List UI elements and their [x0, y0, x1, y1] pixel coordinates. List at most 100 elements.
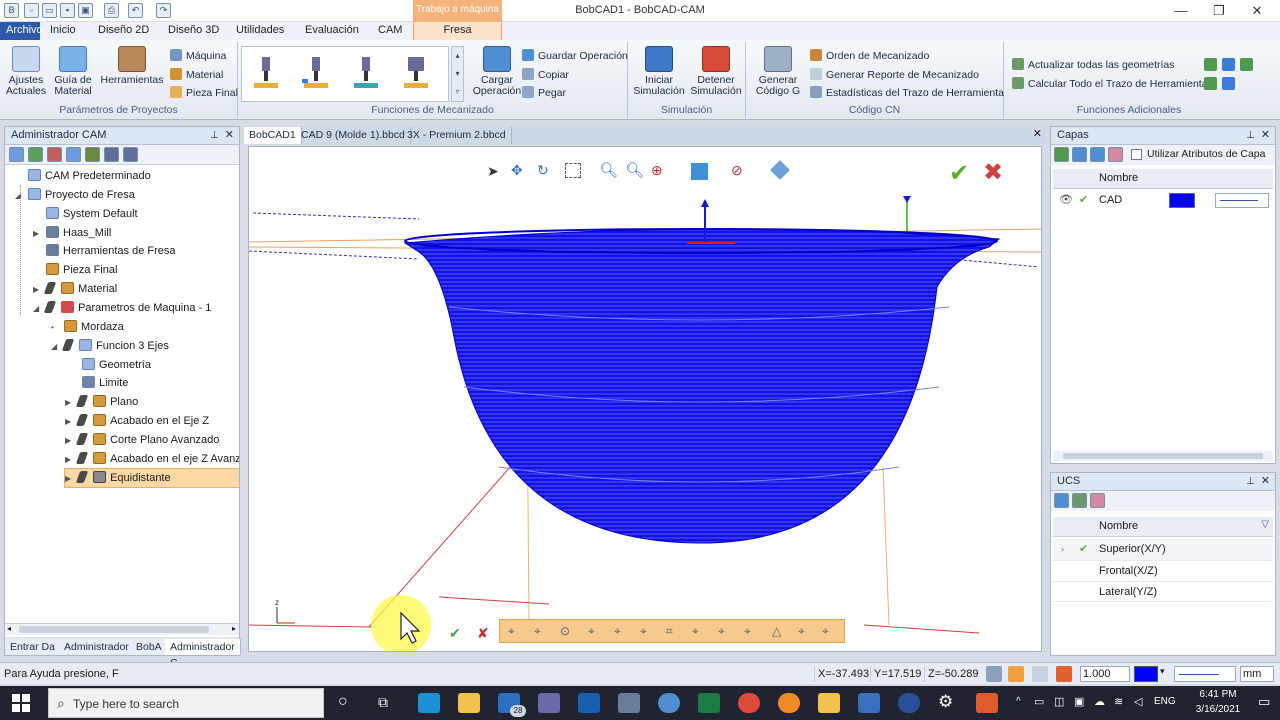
pin-icon[interactable]: ⊥: [1246, 473, 1255, 490]
operations-gallery[interactable]: [241, 46, 449, 102]
tray-meet-icon[interactable]: ◫: [1054, 695, 1064, 708]
tab-archivo[interactable]: Archivo: [0, 22, 43, 40]
pin-icon[interactable]: ⊥: [1246, 127, 1255, 144]
undo-icon[interactable]: ↶: [128, 3, 143, 18]
collapse-icon[interactable]: ◢: [51, 338, 61, 356]
ucs-edit-icon[interactable]: [1072, 493, 1087, 508]
render-mode-icon[interactable]: [770, 160, 790, 180]
notifications-icon[interactable]: ▭: [1258, 694, 1270, 710]
tray-app2-icon[interactable]: ▣: [1074, 695, 1084, 708]
snap-grid-icon[interactable]: [986, 666, 1002, 682]
doc-tab-cad9[interactable]: CAD 9 (Molde 1).bbcd: [296, 127, 411, 144]
expand-icon[interactable]: ▶: [65, 413, 75, 431]
scroll-thumb[interactable]: [19, 626, 209, 633]
reject-red-icon[interactable]: ✘: [477, 625, 489, 642]
confirm-check-icon[interactable]: ✔: [949, 161, 969, 187]
expand-icon[interactable]: ▶: [33, 281, 43, 299]
app-icon[interactable]: [658, 693, 680, 713]
horizontal-scrollbar[interactable]: ◂ ▸: [5, 623, 239, 635]
firefox-icon[interactable]: [778, 693, 800, 713]
cad-viewport[interactable]: z ➤ ✥ ↻ 🔍︎ 🔍︎ ⊕ ⊘ ✔ ✖ ✔ ✘ ⌖ ⌖ ⊙ ⌖ ⌖ ⌖ ⌗ …: [248, 146, 1042, 652]
ortho-icon[interactable]: [1008, 666, 1024, 682]
blue-app-icon[interactable]: [898, 693, 920, 713]
actualizar-geometrias-button[interactable]: Actualizar todas las geometrías: [1012, 57, 1175, 73]
tree-tool-6-icon[interactable]: [104, 147, 119, 162]
calcular-trazo-button[interactable]: Calcular Todo el Trazo de Herramienta: [1012, 76, 1208, 92]
iniciar-simulacion-button[interactable]: Iniciar Simulación: [632, 46, 686, 97]
cortana-icon[interactable]: ○: [338, 693, 348, 711]
bobcad-icon[interactable]: [538, 693, 560, 713]
close-button[interactable]: ✕: [1238, 0, 1276, 21]
herramientas-button[interactable]: Herramientas: [100, 46, 164, 86]
expand-icon[interactable]: ▶: [65, 470, 75, 488]
bowl-toolpath[interactable]: [403, 228, 1001, 544]
panel-close-icon[interactable]: ✕: [225, 127, 234, 144]
detener-simulacion-button[interactable]: Detener Simulación: [688, 46, 744, 97]
tree-item[interactable]: System Default: [33, 205, 138, 223]
eraser-icon[interactable]: [1108, 147, 1123, 162]
cancel-x-icon[interactable]: ✖: [983, 160, 1003, 186]
visibility-icon[interactable]: ⊘: [731, 162, 743, 179]
panel-close-icon[interactable]: ✕: [1261, 473, 1270, 490]
file-explorer-icon[interactable]: [458, 693, 480, 713]
taskbar-search[interactable]: ⌕ Type here to search: [48, 688, 324, 718]
orden-mecanizado-button[interactable]: Orden de Mecanizado: [810, 48, 929, 64]
ucs-add-icon[interactable]: [1054, 493, 1069, 508]
language-indicator[interactable]: ENG: [1154, 696, 1176, 707]
doc-tab-3x-premium[interactable]: 3X - Premium 2.bbcd: [402, 127, 512, 144]
doc-close-icon[interactable]: ✕: [1033, 127, 1042, 140]
calculator-icon[interactable]: [618, 693, 640, 713]
move-up-icon[interactable]: [1072, 147, 1087, 162]
grid-geometry-icon[interactable]: [1240, 58, 1253, 71]
clock-time[interactable]: 6:41 PM: [1188, 689, 1248, 700]
scroll-thumb[interactable]: [1063, 453, 1263, 459]
snap-2-icon[interactable]: ⌖: [534, 624, 541, 639]
tab-entrar-datos[interactable]: Entrar Da: [5, 639, 61, 655]
tree-item[interactable]: ▶ Acabado en el eje Z Avanzad: [65, 450, 239, 468]
add-geometry-icon[interactable]: [1204, 58, 1217, 71]
ucs-row[interactable]: Lateral(Y/Z): [1053, 581, 1273, 602]
guardar-operacion-button[interactable]: Guardar Operación: [522, 48, 628, 64]
snap-5-icon[interactable]: ⌖: [614, 624, 621, 639]
print-icon[interactable]: ⎙: [104, 3, 119, 18]
tab-boba[interactable]: BobA: [131, 639, 168, 655]
lock-icon[interactable]: [1032, 666, 1048, 682]
pegar-button[interactable]: Pegar: [522, 85, 566, 101]
zoom-fit-icon[interactable]: 🔍︎: [625, 161, 644, 179]
chrome-icon[interactable]: [738, 693, 760, 713]
select-arrow-icon[interactable]: ➤: [487, 163, 499, 180]
doc-tab-bobcad1[interactable]: BobCAD1: [244, 127, 302, 144]
pieza-final-button[interactable]: Pieza Final: [170, 85, 238, 101]
open-file-icon[interactable]: ▭: [42, 3, 57, 18]
line-style-select[interactable]: [1174, 666, 1236, 682]
tray-app-icon[interactable]: ▭: [1034, 695, 1044, 708]
op-tool-1-icon[interactable]: [252, 57, 280, 91]
snap-9-icon[interactable]: ⌖: [718, 624, 725, 639]
line-width-input[interactable]: 1.000: [1080, 666, 1130, 682]
snap-6-icon[interactable]: ⌖: [640, 624, 647, 639]
tab-diseno-2d[interactable]: Diseño 2D: [92, 22, 155, 40]
tree-item-selected[interactable]: ▶ Equidistante: [64, 468, 239, 488]
tree-item[interactable]: ▶ Plano: [65, 393, 138, 411]
rotate-icon[interactable]: ↻: [537, 162, 549, 179]
tree-item[interactable]: ◢ Funcion 3 Ejes: [51, 337, 169, 355]
accept-green-icon[interactable]: ✔: [449, 625, 461, 642]
expand-icon[interactable]: ▶: [65, 394, 75, 412]
chart-toolpath-icon[interactable]: [1222, 77, 1235, 90]
tab-administrador-cam[interactable]: Administrador C: [165, 639, 241, 669]
panel-close-icon[interactable]: ✕: [1261, 127, 1270, 144]
op-tool-3-icon[interactable]: [352, 57, 380, 91]
volume-icon[interactable]: ◁: [1134, 695, 1142, 708]
tree-item[interactable]: ▶ Material: [33, 280, 117, 298]
snap-11-icon[interactable]: △: [772, 624, 781, 638]
windows-start-icon[interactable]: [12, 694, 30, 712]
tree-item[interactable]: Pieza Final: [33, 261, 117, 279]
task-view-icon[interactable]: ⧉: [378, 694, 388, 711]
tree-tool-1-icon[interactable]: [9, 147, 24, 162]
use-layer-attrs-checkbox[interactable]: [1131, 149, 1142, 160]
settings-gear-icon[interactable]: ⚙: [938, 692, 953, 712]
snap-1-icon[interactable]: ⌖: [508, 624, 515, 639]
clock-date[interactable]: 3/16/2021: [1182, 704, 1254, 715]
generar-reporte-button[interactable]: Generar Reporte de Mecanizado: [810, 67, 979, 83]
tree-tool-5-icon[interactable]: [85, 147, 100, 162]
